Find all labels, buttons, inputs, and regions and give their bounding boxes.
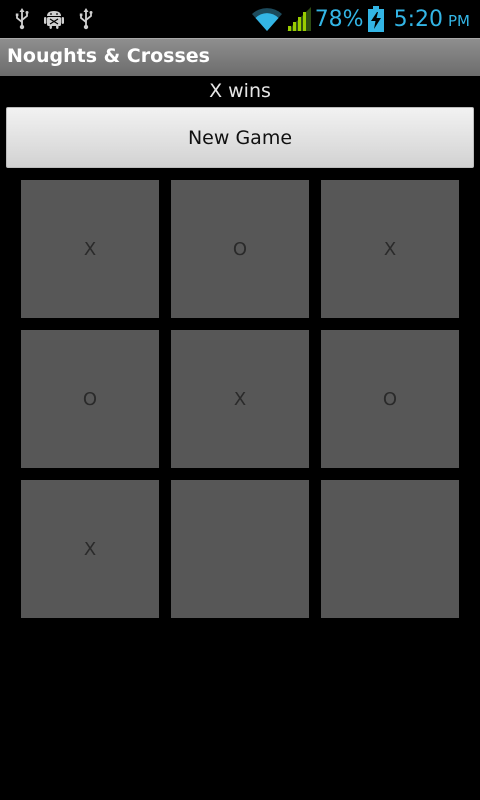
signal-icon [286,7,311,31]
board-cell-r1c1[interactable]: X [21,180,159,318]
cell-mark: O [82,388,98,410]
clock-ampm: PM [448,11,470,30]
board-cell-r1c2[interactable]: O [171,180,309,318]
battery-percent: 78% [314,6,364,32]
board-cell-r3c3[interactable] [321,480,459,618]
app-title-bar: Noughts & Crosses [0,38,480,76]
usb-icon [78,8,94,30]
app-title: Noughts & Crosses [7,45,210,67]
wifi-icon [251,6,283,32]
notification-icons [14,6,94,32]
system-indicators: 78% 5:20 PM [251,4,470,34]
board-cell-r3c1[interactable]: X [21,480,159,618]
android-debug-icon [43,8,65,30]
board-cell-r3c2[interactable] [171,480,309,618]
battery-charging-icon [367,6,384,32]
status-clock: 5:20 PM [394,7,470,32]
clock-time: 5:20 [393,6,443,32]
board-cell-r1c3[interactable]: X [321,180,459,318]
cell-mark: O [232,238,248,260]
game-result-text: X wins [209,80,271,102]
board-cell-r2c3[interactable]: O [321,330,459,468]
new-game-button[interactable]: New Game [6,107,474,168]
board-cell-r2c2[interactable]: X [171,330,309,468]
cell-mark: O [382,388,398,410]
new-game-label: New Game [187,126,293,149]
cell-mark: X [83,238,97,260]
board-cell-r2c1[interactable]: O [21,330,159,468]
status-bar: 78% 5:20 PM [0,0,480,38]
cell-mark: X [83,538,97,560]
cell-mark: X [233,388,247,410]
cell-mark: X [383,238,397,260]
usb-icon [14,8,30,30]
